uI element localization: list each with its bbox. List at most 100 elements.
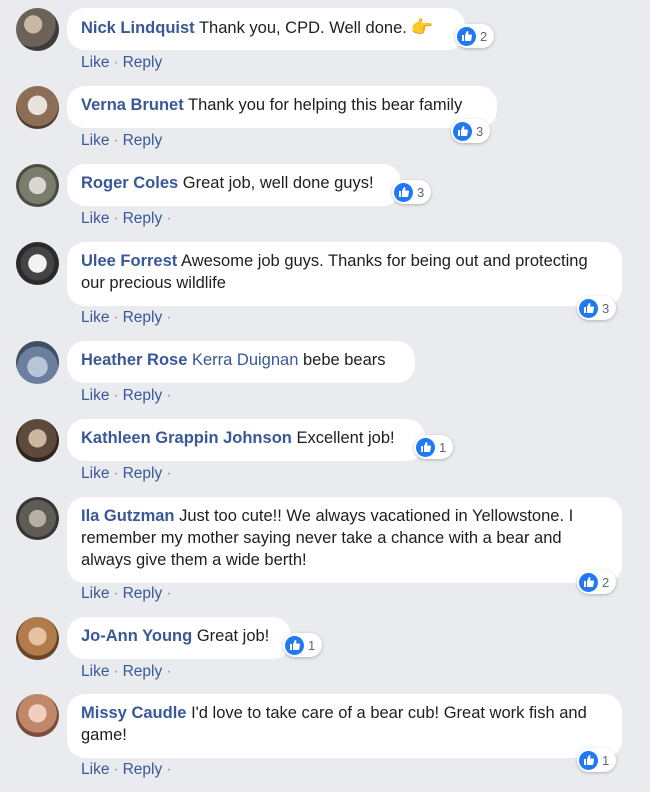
comment-actions: Like · Reply ·	[81, 761, 175, 779]
thumbs-up-icon	[453, 121, 472, 141]
reaction-count[interactable]: 3	[577, 296, 617, 320]
thumbs-up-icon	[457, 26, 476, 46]
separator: ·	[113, 132, 119, 149]
thumbs-up-icon	[579, 298, 598, 318]
comment-author[interactable]: Ulee Forrest	[81, 252, 177, 270]
comment-text: Great job, well done guys!	[182, 174, 374, 192]
comment-actions: Like · Reply ·	[81, 465, 175, 483]
avatar[interactable]	[16, 694, 59, 737]
comment-actions: Like · Reply	[81, 132, 162, 150]
reaction-number: 2	[602, 574, 610, 590]
separator: ·	[166, 585, 172, 602]
thumbs-up-icon	[579, 572, 598, 592]
reaction-count[interactable]: 2	[577, 570, 617, 594]
comment-actions: Like · Reply ·	[81, 309, 175, 327]
separator: ·	[166, 663, 172, 680]
separator: ·	[113, 465, 119, 482]
comment-text: Great job!	[196, 627, 270, 645]
separator: ·	[113, 585, 119, 602]
pointing-hand-icon: 👉	[410, 17, 434, 37]
separator: ·	[113, 387, 119, 404]
reaction-count[interactable]: 3	[392, 180, 432, 204]
like-link[interactable]: Like	[81, 465, 109, 482]
reply-link[interactable]: Reply	[123, 663, 163, 680]
comment-author[interactable]: Missy Caudle	[81, 704, 186, 722]
comment-actions: Like · Reply	[81, 54, 162, 72]
like-link[interactable]: Like	[81, 663, 109, 680]
like-link[interactable]: Like	[81, 309, 109, 326]
comment-author[interactable]: Jo-Ann Young	[81, 627, 192, 645]
comment-text: bebe bears	[302, 351, 386, 369]
comment-actions: Like · Reply ·	[81, 210, 175, 228]
comment-actions: Like · Reply ·	[81, 663, 175, 681]
comment-author[interactable]: Heather Rose	[81, 351, 187, 369]
comment-text: Thank you, CPD. Well done.	[198, 19, 407, 37]
comment-bubble: Ila Gutzman Just too cute!! We always va…	[67, 497, 622, 583]
like-link[interactable]: Like	[81, 585, 109, 602]
comment-actions: Like · Reply ·	[81, 387, 175, 405]
reaction-count[interactable]: 3	[451, 119, 491, 143]
avatar[interactable]	[16, 164, 59, 207]
reply-link[interactable]: Reply	[123, 585, 163, 602]
comment-bubble: Jo-Ann Young Great job!	[67, 617, 291, 659]
reaction-number: 1	[308, 637, 316, 653]
avatar[interactable]	[16, 617, 59, 660]
separator: ·	[166, 465, 172, 482]
reply-link[interactable]: Reply	[123, 132, 163, 149]
avatar[interactable]	[16, 419, 59, 462]
reaction-count[interactable]: 1	[414, 435, 454, 459]
comment-text: Excellent job!	[296, 429, 395, 447]
reaction-number: 2	[480, 28, 488, 44]
reply-link[interactable]: Reply	[123, 761, 163, 778]
thumbs-up-icon	[285, 635, 304, 655]
comment-bubble: Missy Caudle I'd love to take care of a …	[67, 694, 622, 758]
reaction-number: 1	[602, 752, 610, 768]
reaction-number: 3	[602, 300, 610, 316]
separator: ·	[166, 309, 172, 326]
avatar[interactable]	[16, 8, 59, 51]
separator: ·	[113, 309, 119, 326]
avatar[interactable]	[16, 242, 59, 285]
thumbs-up-icon	[416, 437, 435, 457]
comment-bubble: Heather Rose Kerra Duignan bebe bears	[67, 341, 415, 383]
comment-text: Thank you for helping this bear family	[188, 96, 463, 114]
mention-link[interactable]: Kerra Duignan	[192, 351, 298, 369]
reaction-count[interactable]: 1	[577, 748, 617, 772]
reaction-number: 3	[417, 184, 425, 200]
avatar[interactable]	[16, 497, 59, 540]
comment-author[interactable]: Roger Coles	[81, 174, 178, 192]
comment-bubble: Nick Lindquist Thank you, CPD. Well done…	[67, 8, 465, 50]
avatar[interactable]	[16, 86, 59, 129]
comment-actions: Like · Reply ·	[81, 585, 175, 603]
like-link[interactable]: Like	[81, 761, 109, 778]
comment-author[interactable]: Kathleen Grappin Johnson	[81, 429, 292, 447]
separator: ·	[113, 54, 119, 71]
separator: ·	[166, 761, 172, 778]
reaction-count[interactable]: 2	[455, 24, 495, 48]
like-link[interactable]: Like	[81, 387, 109, 404]
reply-link[interactable]: Reply	[123, 210, 163, 227]
comment-bubble: Kathleen Grappin Johnson Excellent job!	[67, 419, 425, 461]
separator: ·	[166, 387, 172, 404]
comment-bubble: Verna Brunet Thank you for helping this …	[67, 86, 497, 128]
reply-link[interactable]: Reply	[123, 309, 163, 326]
comment-author[interactable]: Ila Gutzman	[81, 507, 175, 525]
comment-author[interactable]: Nick Lindquist	[81, 19, 195, 37]
comment-bubble: Roger Coles Great job, well done guys!	[67, 164, 401, 206]
like-link[interactable]: Like	[81, 210, 109, 227]
avatar[interactable]	[16, 341, 59, 384]
reply-link[interactable]: Reply	[123, 54, 163, 71]
separator: ·	[113, 210, 119, 227]
reaction-count[interactable]: 1	[283, 633, 323, 657]
comment-bubble: Ulee Forrest Awesome job guys. Thanks fo…	[67, 242, 622, 306]
comment-author[interactable]: Verna Brunet	[81, 96, 184, 114]
thumbs-up-icon	[579, 750, 598, 770]
like-link[interactable]: Like	[81, 132, 109, 149]
separator: ·	[166, 210, 172, 227]
reply-link[interactable]: Reply	[123, 465, 163, 482]
reply-link[interactable]: Reply	[123, 387, 163, 404]
like-link[interactable]: Like	[81, 54, 109, 71]
thumbs-up-icon	[394, 182, 413, 202]
separator: ·	[113, 761, 119, 778]
separator: ·	[113, 663, 119, 680]
